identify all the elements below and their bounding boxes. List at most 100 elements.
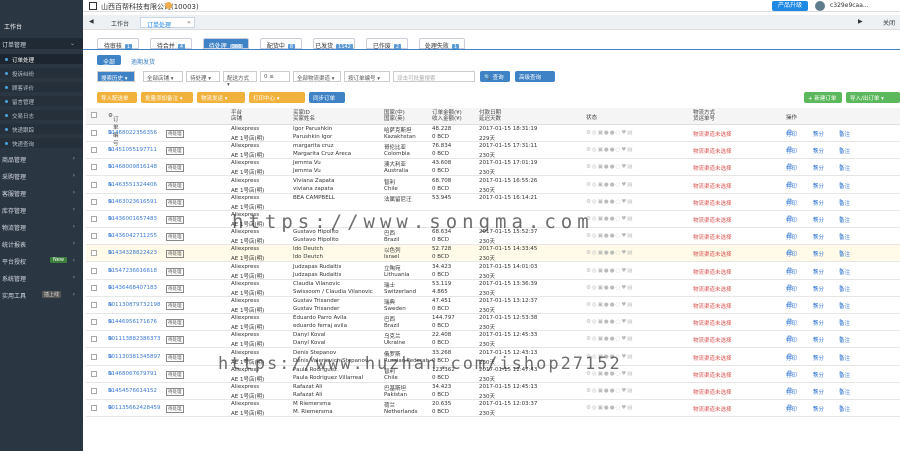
table-row[interactable]: ⊕ 501130879732198 待处理 Aliexpress AE 1号店(明) G… <box>86 297 900 314</box>
logistics-link[interactable]: 物流渠道未选择 <box>693 250 732 258</box>
split-action[interactable]: ⇋ 拆分 <box>813 130 824 138</box>
logistics-link[interactable]: 物流渠道未选择 <box>693 319 732 327</box>
note-action[interactable]: ✎ 备注 <box>839 388 850 396</box>
logistics-link[interactable]: 物流渠道未选择 <box>693 233 732 241</box>
print-action[interactable]: 🖨 打印 <box>786 130 797 138</box>
table-row[interactable]: ⊕ 51454576614152 待处理 Aliexpress AE 1号店(明) Ra… <box>86 383 900 400</box>
print-action[interactable]: 🖨 打印 <box>786 233 797 241</box>
sidebar-group-4[interactable]: 库存管理 › <box>0 204 83 215</box>
order-id-link[interactable]: ⊕ 51463551324406 <box>108 182 157 188</box>
order-id-link[interactable]: ⊕ 51468009816148 <box>108 164 157 170</box>
print-action[interactable]: 🖨 打印 <box>786 250 797 258</box>
note-action[interactable]: ✎ 备注 <box>839 371 850 379</box>
sidebar-group-1[interactable]: 商品管理 › <box>0 153 83 164</box>
split-action[interactable]: ⇋ 拆分 <box>813 199 824 207</box>
import-export-button[interactable]: 导入/出订单 ▾ <box>846 92 900 103</box>
note-action[interactable]: ✎ 备注 <box>839 285 850 293</box>
status-select[interactable]: 待处理 ▾ <box>186 71 220 82</box>
select-all-checkbox[interactable] <box>91 112 97 118</box>
row-checkbox[interactable] <box>91 353 97 360</box>
table-row[interactable]: ⊕ 51436468407183 待处理 Aliexpress AE 1号店(明) Cl… <box>86 280 900 297</box>
print-action[interactable]: 🖨 打印 <box>786 182 797 190</box>
print-center-button[interactable]: 打印中心 ▾ <box>249 92 305 103</box>
table-row[interactable]: ⊕ 501113882386373 待处理 Aliexpress AE 1号店(明) D… <box>86 331 900 349</box>
filter-overdue[interactable]: 逾期发货 <box>125 55 161 66</box>
row-checkbox[interactable] <box>91 336 97 343</box>
shipping-select[interactable]: 配送方式 ▾ <box>223 71 257 88</box>
row-checkbox[interactable] <box>91 216 97 222</box>
split-action[interactable]: ⇋ 拆分 <box>813 302 824 310</box>
search-input[interactable]: 双击可批量搜索 <box>393 71 475 82</box>
sync-orders-button[interactable]: 同步订单 <box>309 92 345 103</box>
row-checkbox[interactable] <box>91 130 97 136</box>
import-shipping-button[interactable]: 导入配送单 <box>97 92 137 103</box>
split-action[interactable]: ⇋ 拆分 <box>813 405 824 413</box>
print-action[interactable]: 🖨 打印 <box>786 268 797 276</box>
split-action[interactable]: ⇋ 拆分 <box>813 164 824 172</box>
row-checkbox[interactable] <box>91 267 97 274</box>
sidebar-group-2[interactable]: 采购管理 › <box>0 170 83 181</box>
print-action[interactable]: 🖨 打印 <box>786 164 797 172</box>
logistics-link[interactable]: 物流渠道未选择 <box>693 302 732 310</box>
row-checkbox[interactable] <box>91 405 97 412</box>
print-action[interactable]: 🖨 打印 <box>786 354 797 362</box>
row-checkbox[interactable] <box>91 302 97 308</box>
logistics-link[interactable]: 物流渠道未选择 <box>693 285 732 293</box>
row-checkbox[interactable] <box>91 370 97 377</box>
print-action[interactable]: 🖨 打印 <box>786 388 797 396</box>
order-id-link[interactable]: ⊕ 51436001657483 <box>108 216 157 222</box>
row-checkbox[interactable] <box>91 198 97 205</box>
avatar[interactable] <box>815 1 825 11</box>
sidebar-sub-item-1[interactable]: 投诉纠纷 <box>0 68 83 78</box>
back-icon[interactable]: ◀ <box>89 18 94 25</box>
close-icon[interactable]: ✕ <box>187 20 191 26</box>
note-action[interactable]: ✎ 备注 <box>839 319 850 327</box>
order-id-link[interactable]: ⊕ 501135662428459 <box>108 405 161 411</box>
print-action[interactable]: 🖨 打印 <box>786 405 797 413</box>
logistics-link[interactable]: 物流渠道未选择 <box>693 371 732 379</box>
split-action[interactable]: ⇋ 拆分 <box>813 371 824 379</box>
logistics-dispatch-button[interactable]: 物流发运 ▾ <box>197 92 245 103</box>
row-checkbox[interactable] <box>91 147 97 154</box>
note-action[interactable]: ✎ 备注 <box>839 147 850 155</box>
sidebar-sub-item-3[interactable]: 留言管理 <box>0 96 83 106</box>
sidebar-sub-item-4[interactable]: 交易日志 <box>0 110 83 120</box>
row-checkbox[interactable] <box>91 181 97 188</box>
split-action[interactable]: ⇋ 拆分 <box>813 147 824 155</box>
print-action[interactable]: 🖨 打印 <box>786 336 797 344</box>
split-action[interactable]: ⇋ 拆分 <box>813 216 824 224</box>
print-action[interactable]: 🖨 打印 <box>786 371 797 379</box>
order-id-link[interactable]: ⊕ 51468022356356 <box>108 130 157 136</box>
row-checkbox[interactable] <box>91 164 97 171</box>
sidebar-sub-item-0[interactable]: 订单处理 <box>0 54 83 64</box>
sidebar-sub-item-2[interactable]: 顾客评价 <box>0 82 83 92</box>
status-tab-5[interactable]: 已作废 2 <box>366 38 408 50</box>
print-action[interactable]: 🖨 打印 <box>786 147 797 155</box>
table-row[interactable]: ⊕ 501135662428459 待处理 Aliexpress AE 1号店(明) M… <box>86 400 900 418</box>
close-all-link[interactable]: 关闭 <box>883 18 895 27</box>
split-action[interactable]: ⇋ 拆分 <box>813 388 824 396</box>
order-id-link[interactable]: ⊕ 501130381345897 <box>108 354 161 360</box>
sidebar-group-5[interactable]: 物流管理 › <box>0 221 83 232</box>
advanced-search-button[interactable]: 高级查询 <box>515 71 555 82</box>
range-select[interactable]: 0 ≤ <box>260 71 290 82</box>
logistics-link[interactable]: 物流渠道未选择 <box>693 182 732 190</box>
note-action[interactable]: ✎ 备注 <box>839 250 850 258</box>
order-id-link[interactable]: ⊕ 51436468407183 <box>108 285 157 291</box>
note-action[interactable]: ✎ 备注 <box>839 302 850 310</box>
bulk-note-button[interactable]: 批量添加备注 ▾ <box>141 92 193 103</box>
forward-icon[interactable]: ▶ <box>858 18 863 25</box>
split-action[interactable]: ⇋ 拆分 <box>813 319 824 327</box>
filter-all[interactable]: 全部 <box>97 55 122 66</box>
split-action[interactable]: ⇋ 拆分 <box>813 285 824 293</box>
sidebar-header[interactable]: 工作台 <box>0 20 83 32</box>
status-tab-4[interactable]: 已发货 1142 <box>313 38 355 50</box>
logistics-link[interactable]: 物流渠道未选择 <box>693 268 732 276</box>
search-button[interactable]: 🔍 查询 <box>480 71 510 82</box>
logistics-link[interactable]: 物流渠道未选择 <box>693 405 732 413</box>
table-row[interactable]: ⊕ 51451055197711 待处理 Aliexpress AE 1号店(明) ma… <box>86 142 900 160</box>
order-id-link[interactable]: ⊕ 501130879732198 <box>108 302 161 308</box>
note-action[interactable]: ✎ 备注 <box>839 130 850 138</box>
order-id-link[interactable]: ⊕ 51547236616618 <box>108 268 157 274</box>
sidebar-group-3[interactable]: 客服管理 › <box>0 187 83 198</box>
